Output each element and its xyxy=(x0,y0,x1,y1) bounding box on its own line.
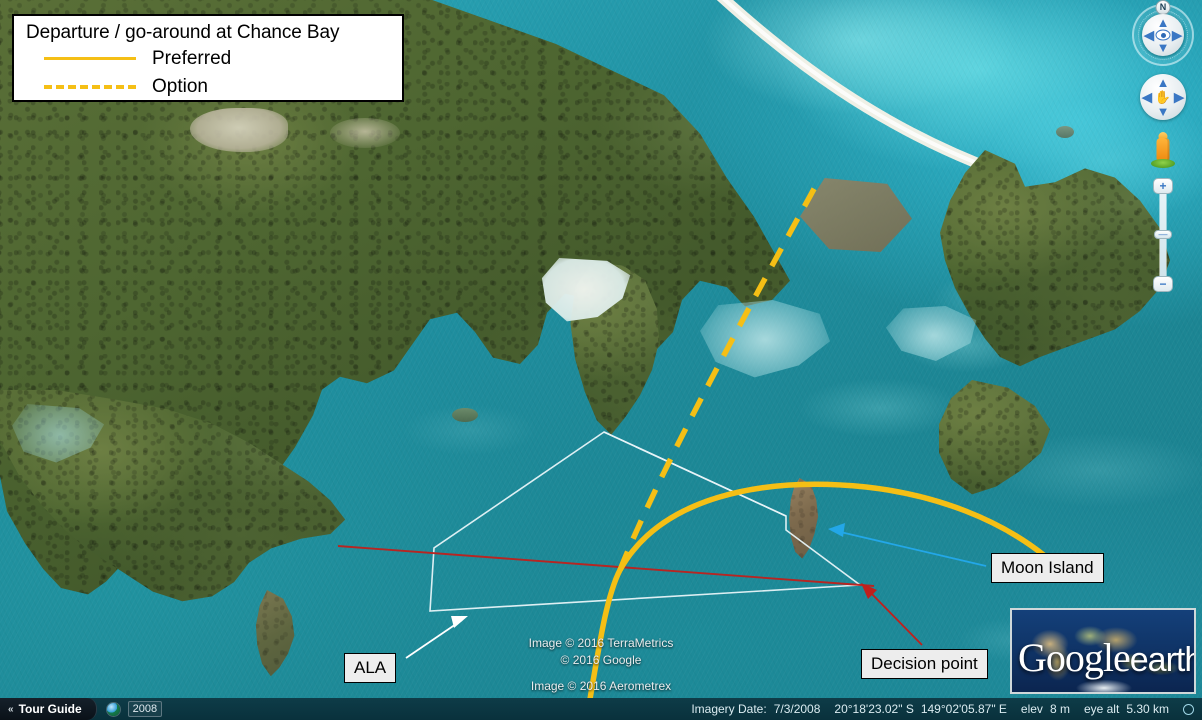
legend-row-preferred: Preferred xyxy=(26,46,392,72)
offshore-rock-b xyxy=(452,408,478,422)
logo-google-word: Google xyxy=(1018,635,1131,680)
zoom-slider[interactable]: + — − xyxy=(1151,178,1175,292)
globe-icon[interactable] xyxy=(106,702,120,716)
eye-icon[interactable] xyxy=(1155,29,1171,41)
legend-swatch-dashed xyxy=(44,84,136,89)
logo-earth-word: earth xyxy=(1129,641,1196,679)
pan-right-arrow-icon[interactable]: ▶ xyxy=(1174,91,1184,104)
zoom-slider-thumb[interactable]: — xyxy=(1154,230,1172,239)
elevation-label: elev xyxy=(1020,702,1043,716)
pegman-body-icon xyxy=(1156,138,1170,160)
zoom-in-button[interactable]: + xyxy=(1153,178,1173,194)
look-joystick[interactable]: ▲ ▼ ◀ ▶ xyxy=(1142,14,1184,56)
north-indicator-icon[interactable]: N xyxy=(1155,0,1171,15)
status-bar-left: « Tour Guide 2008 xyxy=(0,698,163,720)
eye-altitude-group: eye alt 5.30 km xyxy=(1084,702,1169,716)
look-left-arrow-icon[interactable]: ◀ xyxy=(1144,29,1154,42)
chevron-up-icon: « xyxy=(8,703,14,715)
logo-text: Googleearth xyxy=(1018,635,1196,680)
callout-ala: ALA xyxy=(344,653,397,684)
callout-decision-point: Decision point xyxy=(861,649,988,680)
legend-label-preferred: Preferred xyxy=(152,47,232,69)
status-bar-right: Imagery Date: 7/3/2008 20°18'23.02" S 14… xyxy=(691,698,1194,720)
imagery-date-label: Imagery Date: xyxy=(691,702,767,716)
look-right-arrow-icon[interactable]: ▶ xyxy=(1172,29,1182,42)
legend-title: Departure / go-around at Chance Bay xyxy=(26,22,340,43)
google-earth-window: Departure / go-around at Chance Bay Pref… xyxy=(0,0,1202,720)
elevation-value: 8 m xyxy=(1049,702,1070,716)
pegman-base-icon xyxy=(1151,159,1175,168)
legend-swatch-solid xyxy=(44,57,136,61)
pan-left-arrow-icon[interactable]: ◀ xyxy=(1142,91,1152,104)
imagery-date-group: Imagery Date: 7/3/2008 xyxy=(691,702,820,716)
coordinates-group: 20°18'23.02" S 149°02'05.87" E xyxy=(834,702,1007,716)
tour-guide-button[interactable]: « Tour Guide xyxy=(0,698,97,720)
offshore-rock-c xyxy=(1056,126,1074,138)
eye-altitude-label: eye alt xyxy=(1083,702,1120,716)
google-earth-logo: Googleearth xyxy=(1010,608,1196,694)
status-bar: « Tour Guide 2008 Imagery Date: 7/3/2008… xyxy=(0,698,1202,720)
legend-box: Departure / go-around at Chance Bay Pref… xyxy=(12,14,404,102)
pan-down-arrow-icon[interactable]: ▼ xyxy=(1157,105,1170,118)
elevation-group: elev 8 m xyxy=(1021,702,1070,716)
look-down-arrow-icon[interactable]: ▼ xyxy=(1157,41,1170,54)
street-view-pegman[interactable] xyxy=(1150,132,1176,168)
compass-ring[interactable]: N ▲ ▼ ◀ ▶ xyxy=(1132,0,1194,66)
zoom-out-button[interactable]: − xyxy=(1153,276,1173,292)
eye-altitude-value: 5.30 km xyxy=(1126,702,1169,716)
pan-joystick-disc[interactable]: ▲ ▼ ◀ ▶ ✋ xyxy=(1140,74,1186,120)
legend-row-option: Option xyxy=(26,74,392,100)
pan-up-arrow-icon[interactable]: ▲ xyxy=(1157,76,1170,89)
latitude-value: 20°18'23.02" S xyxy=(834,702,914,716)
callout-moon-island: Moon Island xyxy=(991,553,1104,584)
tour-guide-label: Tour Guide xyxy=(18,702,82,716)
pan-joystick[interactable]: ▲ ▼ ◀ ▶ ✋ xyxy=(1140,74,1186,120)
look-up-arrow-icon[interactable]: ▲ xyxy=(1157,16,1170,29)
streaming-status-icon xyxy=(1183,703,1194,715)
legend-label-option: Option xyxy=(152,75,208,97)
historical-imagery-year-badge[interactable]: 2008 xyxy=(127,701,163,717)
imagery-date-value: 7/3/2008 xyxy=(773,702,821,716)
hand-icon[interactable]: ✋ xyxy=(1155,91,1171,104)
longitude-value: 149°02'05.87" E xyxy=(920,702,1007,716)
navigation-controls[interactable]: N ▲ ▼ ◀ ▶ ▲ ▼ ◀ ▶ ✋ + — − xyxy=(1130,0,1196,292)
